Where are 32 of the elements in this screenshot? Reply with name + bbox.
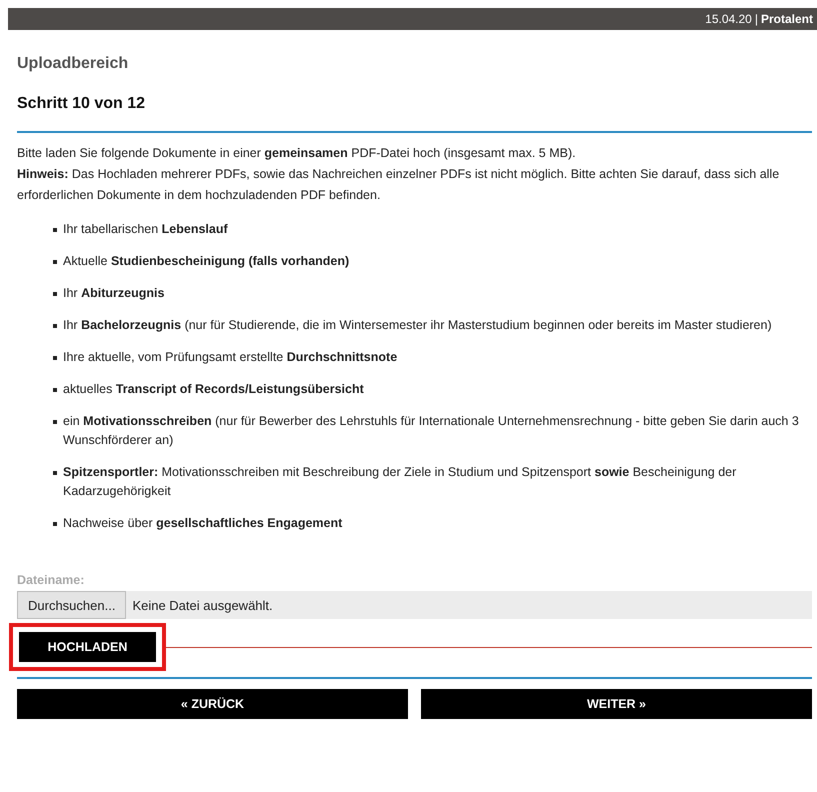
intro-paragraph: Hinweis: Das Hochladen mehrerer PDFs, sowie das Nachreichen einzelner PDFs ist nicht möglich. Bitte achten Sie darauf, dass sich alle erforderlichen Dokumente in dem hochzuladenden PDF befinden.: [17, 166, 780, 204]
bullet-icon: [53, 324, 57, 328]
intro-paragraph: Bitte laden Sie folgende Dokumente in einer gemeinsamen PDF-Datei hoch (insgesamt max. 5 MB).: [17, 145, 577, 162]
document-item: aktuelles Transcript of Records/Leistungsübersicht: [63, 381, 364, 398]
document-item: Ihr Abiturzeugnis: [63, 285, 164, 302]
file-label: Dateiname:: [17, 573, 86, 587]
bullet-icon: [53, 471, 57, 475]
next-button[interactable]: WEITER »: [421, 689, 812, 719]
document-item: Ihr tabellarischen Lebenslauf: [63, 221, 228, 238]
document-item: Spitzensportler: Motivationsschreiben mit Beschreibung der Ziele in Studium und Spitzensport sowie Bescheinigung der Kadarzugehörigkeit: [63, 464, 738, 500]
browse-button[interactable]: Durchsuchen...: [17, 591, 126, 619]
bullet-icon: [53, 522, 57, 526]
back-button[interactable]: « ZURÜCK: [17, 689, 408, 719]
bullet-icon: [53, 388, 57, 392]
document-item: Ihr Bachelorzeugnis (nur für Studierende, die im Wintersemester ihr Masterstudium beginnen oder bereits im Master studieren): [63, 317, 772, 334]
document-item: Nachweise über gesellschaftliches Engagement: [63, 515, 342, 532]
document-item: Ihre aktuelle, vom Prüfungsamt erstellte Durchschnittsnote: [63, 349, 398, 366]
step-heading: Schritt 10 von 12: [17, 95, 812, 133]
bullet-icon: [53, 420, 57, 424]
file-status-text: Keine Datei ausgewählt.: [132, 598, 273, 612]
upload-button[interactable]: HOCHLADEN: [19, 632, 156, 662]
bullet-icon: [53, 260, 57, 264]
document-item: Aktuelle Studienbescheinigung (falls vorhanden): [63, 253, 350, 270]
date-text: 15.04.20: [705, 12, 752, 26]
separator-text: |: [754, 12, 758, 26]
bullet-icon: [53, 292, 57, 296]
bullet-icon: [53, 356, 57, 360]
bullet-icon: [53, 228, 57, 232]
brand-text: Protalent: [760, 12, 813, 26]
section-title: Uploadbereich: [17, 55, 130, 73]
file-input-field[interactable]: Durchsuchen... Keine Datei ausgewählt.: [17, 591, 812, 619]
document-item: ein Motivationsschreiben (nur für Bewerber des Lehrstuhls für Internationale Unternehmensrechnung - bitte geben Sie darin auch 3 Wunschförderer an): [63, 413, 800, 449]
